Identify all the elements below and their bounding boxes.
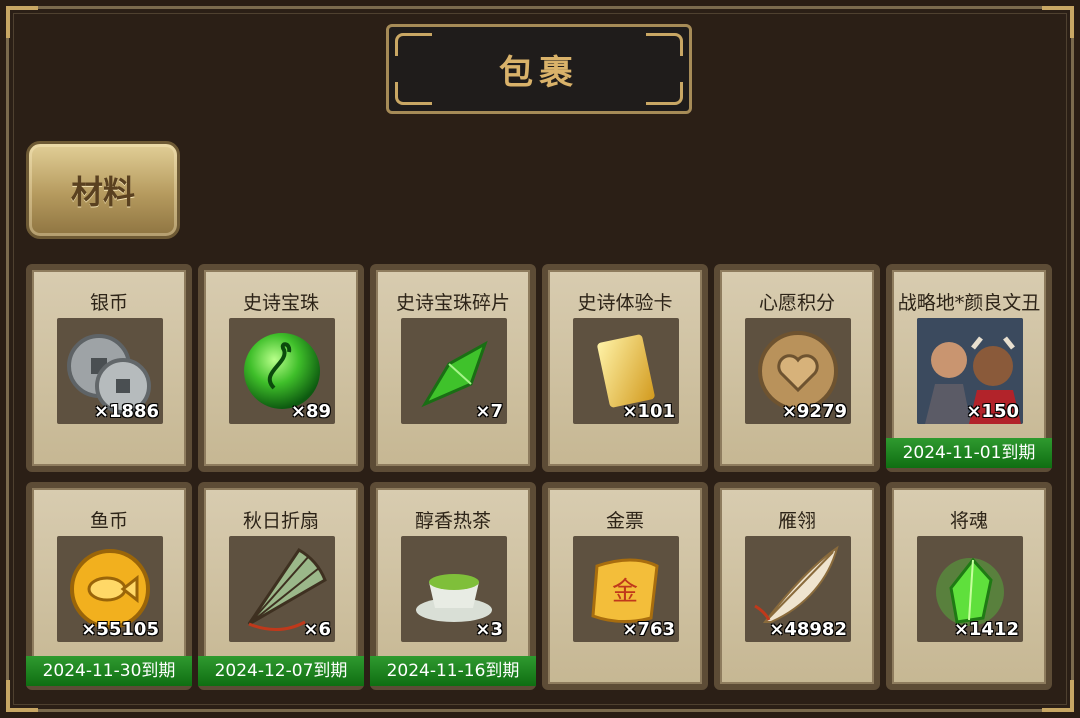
item-quantity: ×763 — [622, 619, 675, 640]
gold-card-icon: ×101 — [573, 318, 679, 424]
item-name: 雁翎 — [777, 510, 816, 532]
expiry-banner: 2024-11-16到期 — [370, 656, 536, 686]
green-orb-icon: ×89 — [229, 318, 335, 424]
frame-corner-ornament — [6, 6, 38, 38]
item-card[interactable]: 醇香热茶 ×3 2024-11-16到期 — [370, 482, 536, 690]
tab-materials[interactable]: 材料 — [26, 141, 180, 239]
item-card[interactable]: 心愿积分 ×9279 — [714, 264, 880, 472]
item-quantity: ×89 — [290, 401, 331, 422]
item-card[interactable]: 雁翎 ×48982 — [714, 482, 880, 690]
silver-coin-icon: ×1886 — [57, 318, 163, 424]
soul-crystal-icon: ×1412 — [917, 536, 1023, 642]
item-card[interactable]: 金票 金 ×763 — [542, 482, 708, 690]
item-card[interactable]: 银币 ×1886 — [26, 264, 192, 472]
item-name: 心愿积分 — [758, 292, 835, 314]
item-name: 将魂 — [949, 510, 988, 532]
item-card[interactable]: 史诗宝珠碎片 ×7 — [370, 264, 536, 472]
tea-cup-icon: ×3 — [401, 536, 507, 642]
item-name: 战略地*颜良文丑 — [897, 292, 1041, 314]
item-card[interactable]: 史诗体验卡 ×101 — [542, 264, 708, 472]
item-name: 银币 — [89, 292, 128, 314]
expiry-banner: 2024-11-01到期 — [886, 438, 1052, 468]
item-quantity: ×101 — [622, 401, 675, 422]
item-card[interactable]: 史诗宝珠 ×89 — [198, 264, 364, 472]
item-name: 醇香热茶 — [414, 510, 491, 532]
item-card[interactable]: 秋日折扇 ×6 2024-12-07到期 — [198, 482, 364, 690]
gold-ticket-icon: 金 ×763 — [573, 536, 679, 642]
fish-coin-icon: ×55105 — [57, 536, 163, 642]
item-name: 史诗宝珠碎片 — [395, 292, 510, 314]
item-name: 鱼币 — [89, 510, 128, 532]
item-card[interactable]: 将魂 ×1412 — [886, 482, 1052, 690]
item-name: 金票 — [605, 510, 644, 532]
item-name: 秋日折扇 — [242, 510, 319, 532]
expiry-banner: 2024-12-07到期 — [198, 656, 364, 686]
frame-corner-ornament — [1042, 6, 1074, 38]
item-card[interactable]: 战略地*颜良文丑 ×150 2024-11-01到期 — [886, 264, 1052, 472]
svg-text:金: 金 — [612, 577, 638, 607]
item-quantity: ×3 — [475, 619, 503, 640]
item-quantity: ×48982 — [769, 619, 847, 640]
folding-fan-icon: ×6 — [229, 536, 335, 642]
item-quantity: ×6 — [303, 619, 331, 640]
general-portrait-icon: ×150 — [917, 318, 1023, 424]
window-title: 包裹 — [499, 52, 579, 93]
item-quantity: ×1412 — [953, 619, 1019, 640]
item-quantity: ×150 — [966, 401, 1019, 422]
item-quantity: ×9279 — [781, 401, 847, 422]
heart-coin-icon: ×9279 — [745, 318, 851, 424]
title-plate: 包裹 — [386, 24, 692, 114]
item-quantity: ×55105 — [81, 619, 159, 640]
item-card[interactable]: 鱼币 ×55105 2024-11-30到期 — [26, 482, 192, 690]
item-quantity: ×7 — [475, 401, 503, 422]
expiry-banner: 2024-11-30到期 — [26, 656, 192, 686]
item-name: 史诗宝珠 — [242, 292, 319, 314]
item-name: 史诗体验卡 — [577, 292, 673, 314]
item-grid: 银币 ×1886 史诗宝珠 ×89 史诗宝珠碎片 ×7 史诗体验卡 ×101 心… — [26, 264, 1056, 694]
item-quantity: ×1886 — [93, 401, 159, 422]
tab-materials-label: 材料 — [70, 173, 135, 211]
green-shard-icon: ×7 — [401, 318, 507, 424]
feather-icon: ×48982 — [745, 536, 851, 642]
